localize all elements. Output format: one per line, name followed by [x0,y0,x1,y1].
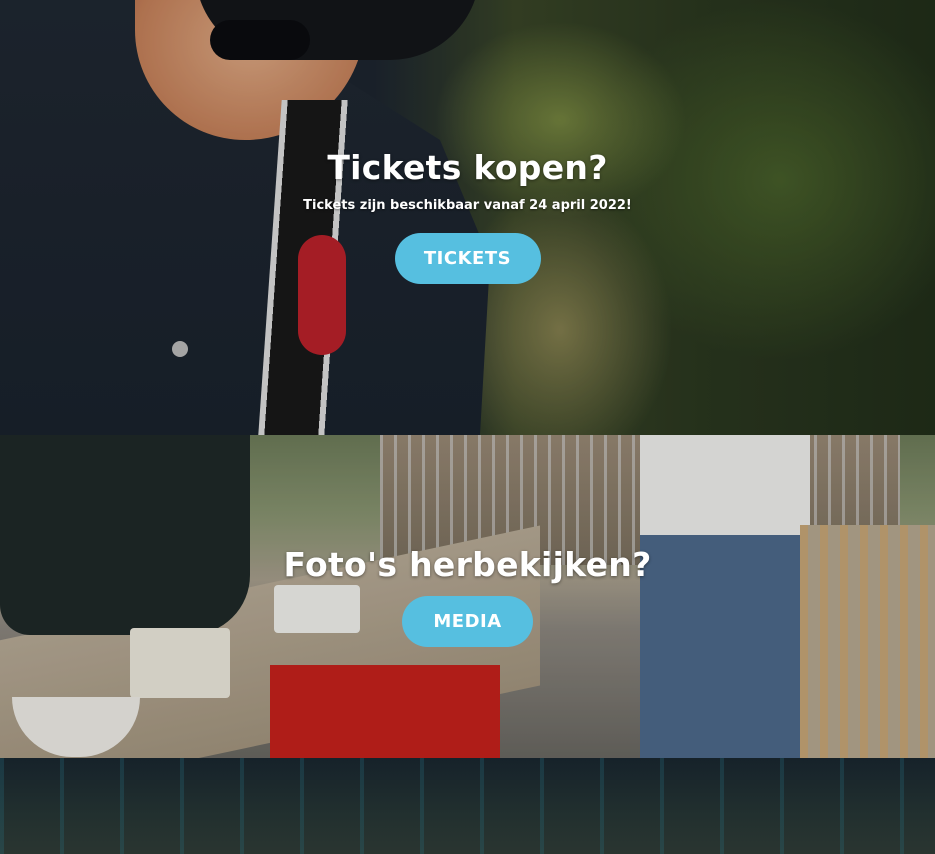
tickets-cta: Tickets kopen? Tickets zijn beschikbaar … [0,148,935,213]
media-cta: Foto's herbekijken? [0,545,935,585]
tickets-subtitle: Tickets zijn beschikbaar vanaf 24 april … [303,197,632,213]
media-section: Foto's herbekijken? MEDIA [0,435,935,758]
next-section-background [0,758,935,854]
media-button[interactable]: MEDIA [402,596,533,647]
tickets-button[interactable]: TICKETS [394,233,541,284]
media-button-wrap: MEDIA [0,596,935,647]
tickets-title: Tickets kopen? [327,148,608,187]
hero-overlay [0,0,935,435]
media-title: Foto's herbekijken? [283,545,652,584]
tickets-button-wrap: TICKETS [0,233,935,284]
tickets-hero-section: Tickets kopen? Tickets zijn beschikbaar … [0,0,935,435]
